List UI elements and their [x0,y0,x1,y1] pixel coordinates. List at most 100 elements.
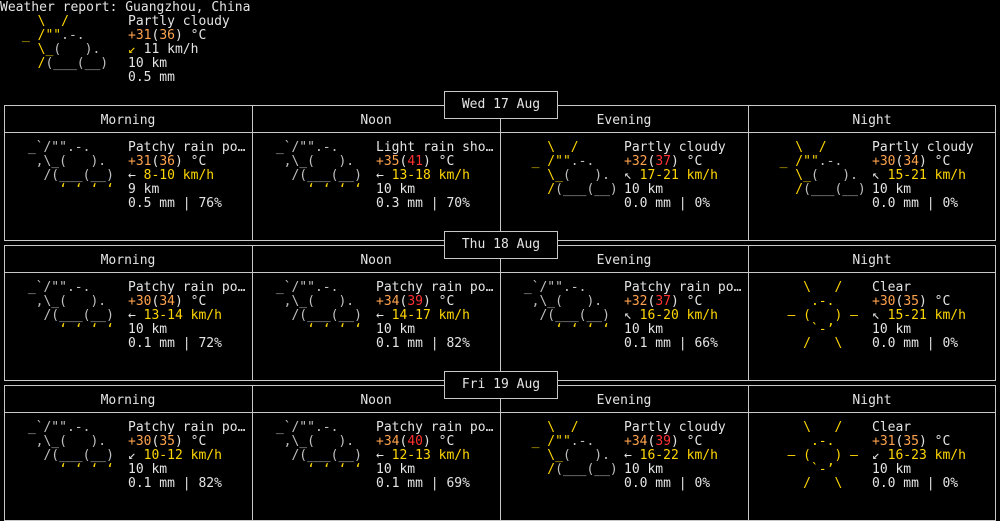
period-temp: +32 [624,154,648,169]
period-label-morning: Morning [100,113,156,128]
period-wind: 17-21 km/h [639,168,718,183]
current-precip: 0.5 mm [128,70,175,85]
period-conditions: Partly cloudy +30(34) °C ↖ 15-21 km/h 10… [872,140,974,211]
wind-arrow-icon: ← [128,168,136,183]
current-temp: +31 [128,28,152,43]
period-precip: 0.1 mm | 82% [128,476,222,491]
wind-arrow-icon: ← [376,168,384,183]
period-precip: 0.0 mm | 0% [624,196,711,211]
period-label-noon: Noon [360,113,392,128]
period-precip: 0.3 mm | 70% [376,196,470,211]
period-precip: 0.0 mm | 0% [872,336,959,351]
period-temp: +35 [376,154,400,169]
period-wind: 12-13 km/h [391,448,470,463]
period-desc: Patchy rain po… [624,280,742,295]
period-temp: +30 [128,294,152,309]
patchy-rain-icon: _`/"".-. ,\_( ). /(___(__) ‘ ‘ ‘ ‘ [516,280,610,337]
period-label-night: Night [852,393,892,408]
period-visibility: 10 km [376,462,416,477]
period-desc: Patchy rain po… [376,420,494,435]
period-desc: Patchy rain po… [128,280,246,295]
period-feels: 40 [407,434,423,449]
wind-arrow-icon: ← [128,308,136,323]
period-conditions: Patchy rain po… +30(35) °C ↙ 10-12 km/h … [128,420,246,491]
period-label-morning: Morning [100,393,156,408]
period-desc: Partly cloudy [624,420,726,435]
wind-arrow-icon: ↙ [872,448,880,463]
report-title: Weather report: Guangzhou, China [0,0,251,15]
current-wind-arrow-icon: ↙ [128,42,136,57]
period-temp: +30 [872,294,896,309]
period-wind: 13-14 km/h [143,308,222,323]
period-precip: 0.0 mm | 0% [872,196,959,211]
period-desc: Partly cloudy [872,140,974,155]
period-visibility: 10 km [624,182,664,197]
period-label-night: Night [852,113,892,128]
period-desc: Patchy rain po… [128,140,246,155]
period-feels: 34 [903,154,919,169]
period-visibility: 10 km [872,322,912,337]
period-feels: 35 [903,434,919,449]
period-temp: +32 [624,294,648,309]
period-wind: 16-23 km/h [887,448,966,463]
period-conditions: Patchy rain po… +31(36) °C ← 8-10 km/h 9… [128,140,246,211]
period-temp: +34 [376,294,400,309]
period-conditions: Patchy rain po… +34(39) °C ← 14-17 km/h … [376,280,494,351]
period-temp: +34 [376,434,400,449]
period-feels: 35 [903,294,919,309]
period-conditions: Patchy rain po… +34(40) °C ← 12-13 km/h … [376,420,494,491]
period-precip: 0.1 mm | 82% [376,336,470,351]
period-desc: Patchy rain po… [376,280,494,295]
period-precip: 0.1 mm | 66% [624,336,718,351]
period-wind: 16-22 km/h [639,448,718,463]
period-visibility: 10 km [128,462,168,477]
period-desc: Light rain sho… [376,140,494,155]
period-visibility: 10 km [376,182,416,197]
period-precip: 0.1 mm | 72% [128,336,222,351]
period-label-evening: Evening [596,253,652,268]
patchy-rain-icon: _`/"".-. ,\_( ). /(___(__) ‘ ‘ ‘ ‘ [268,140,362,197]
period-precip: 0.5 mm | 76% [128,196,222,211]
period-feels: 39 [407,294,423,309]
partly-cloudy-icon: \ / _ /"".-. \_( ). /(___(__) [516,140,618,197]
current-conditions: Partly cloudy +31(36) °C ↙ 11 km/h 10 km… [128,14,230,85]
wind-arrow-icon: ← [376,308,384,323]
period-visibility: 10 km [376,322,416,337]
period-label-noon: Noon [360,253,392,268]
period-feels: 39 [655,434,671,449]
period-conditions: Partly cloudy +34(39) °C ← 16-22 km/h 10… [624,420,726,491]
partly-cloudy-icon: \ / _ /"".-. \_( ). /(___(__) [516,420,618,477]
period-desc: Patchy rain po… [128,420,246,435]
period-label-morning: Morning [100,253,156,268]
patchy-rain-icon: _`/"".-. ,\_( ). /(___(__) ‘ ‘ ‘ ‘ [268,280,362,337]
period-wind: 15-21 km/h [887,308,966,323]
wind-arrow-icon: ← [624,448,632,463]
period-precip: 0.0 mm | 0% [624,476,711,491]
current-feels: 36 [159,28,175,43]
current-wind: 11 km/h [143,42,199,57]
current-desc: Partly cloudy [128,14,230,29]
current-partly-cloudy-icon: \ / _ /"".-. \_( ). /(___(__) [22,14,109,71]
period-conditions: Partly cloudy +32(37) °C ↖ 17-21 km/h 10… [624,140,726,211]
period-conditions: Patchy rain po… +32(37) °C ↖ 16-20 km/h … [624,280,742,351]
period-temp: +34 [624,434,648,449]
patchy-rain-icon: _`/"".-. ,\_( ). /(___(__) ‘ ‘ ‘ ‘ [20,420,114,477]
wind-arrow-icon: ↖ [872,168,880,183]
period-label-noon: Noon [360,393,392,408]
period-temp: +30 [128,434,152,449]
period-desc: Clear [872,420,912,435]
period-visibility: 9 km [128,182,160,197]
period-precip: 0.1 mm | 69% [376,476,470,491]
period-label-evening: Evening [596,393,652,408]
patchy-rain-icon: _`/"".-. ,\_( ). /(___(__) ‘ ‘ ‘ ‘ [268,420,362,477]
period-feels: 36 [159,154,175,169]
wind-arrow-icon: ↙ [128,448,136,463]
patchy-rain-icon: _`/"".-. ,\_( ). /(___(__) ‘ ‘ ‘ ‘ [20,140,114,197]
period-precip: 0.0 mm | 0% [872,476,959,491]
wind-arrow-icon: ← [376,448,384,463]
period-conditions: Clear +30(35) °C ↖ 15-21 km/h 10 km 0.0 … [872,280,966,351]
period-label-night: Night [852,253,892,268]
period-temp: +31 [872,434,896,449]
clear-sun-icon: \ / .-. ― ( ) ― `-’ / \ [764,280,858,351]
period-label-evening: Evening [596,113,652,128]
